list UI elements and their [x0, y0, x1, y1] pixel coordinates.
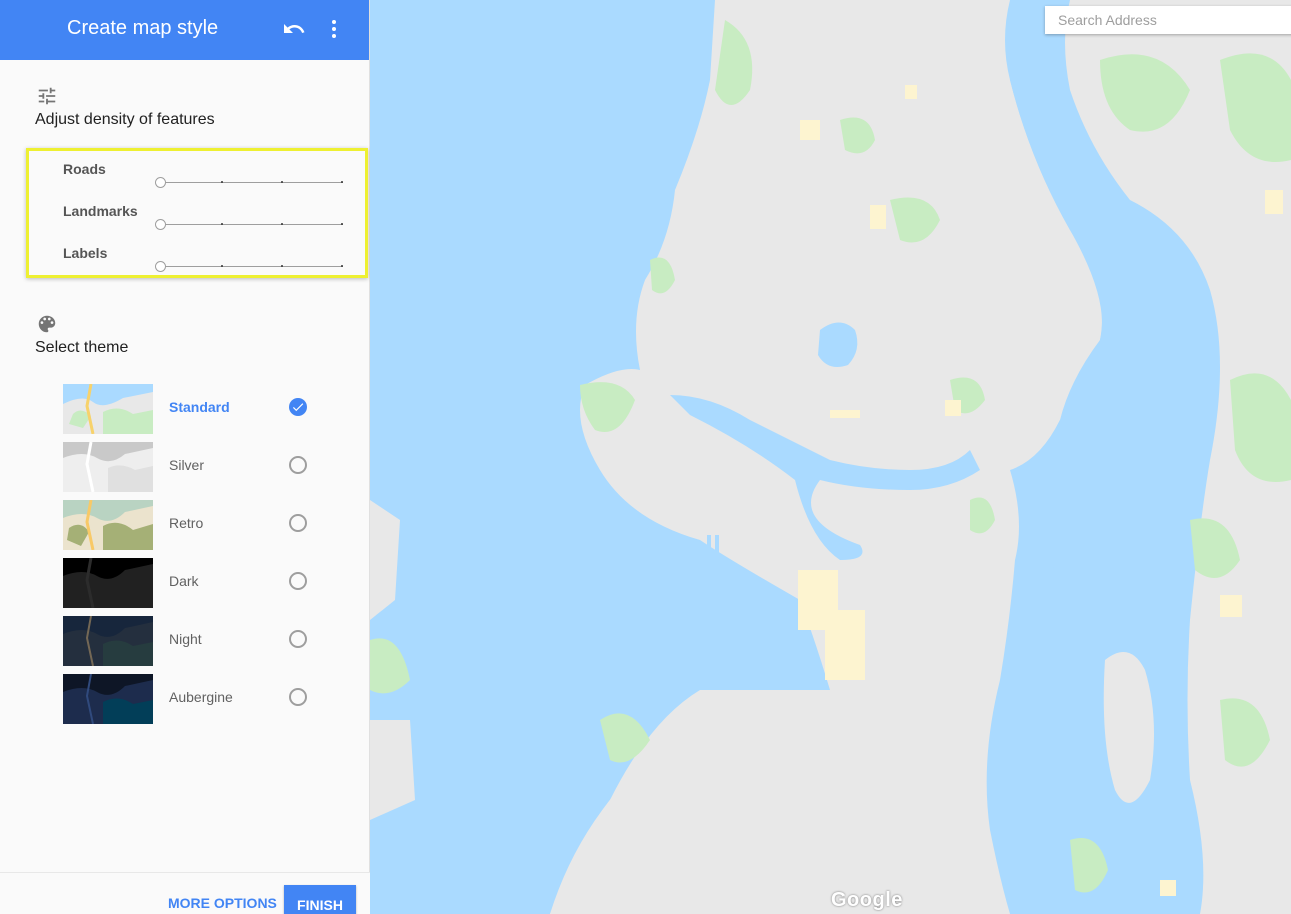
slider-tick [341, 181, 343, 183]
slider-tick [221, 265, 223, 267]
slider-tick [281, 181, 283, 183]
theme-label-retro: Retro [169, 515, 204, 531]
roads-slider-thumb[interactable] [155, 177, 166, 188]
check-icon [292, 403, 304, 412]
sidebar-footer: MORE OPTIONS FINISH [0, 872, 370, 914]
theme-option-aubergine[interactable]: Aubergine [63, 674, 323, 724]
search-address-input[interactable] [1045, 6, 1288, 34]
finish-button[interactable]: FINISH [284, 885, 356, 914]
theme-radio-dark[interactable] [289, 572, 307, 590]
theme-radio-night[interactable] [289, 630, 307, 648]
labels-slider-thumb[interactable] [155, 261, 166, 272]
palette-icon [38, 315, 56, 333]
theme-radio-retro[interactable] [289, 514, 307, 532]
theme-option-silver[interactable]: Silver [63, 442, 323, 492]
theme-radio-aubergine[interactable] [289, 688, 307, 706]
landmarks-slider-label: Landmarks [63, 203, 138, 219]
theme-heading: Select theme [35, 339, 129, 356]
more-options-link[interactable]: MORE OPTIONS [168, 895, 277, 911]
theme-option-standard[interactable]: Standard [63, 384, 323, 434]
more-options-menu-button[interactable] [321, 16, 347, 42]
labels-slider[interactable] [155, 261, 343, 272]
landmarks-slider[interactable] [155, 219, 343, 230]
labels-slider-row: Labels [29, 245, 365, 275]
silver-theme-thumbnail [63, 442, 153, 492]
theme-option-dark[interactable]: Dark [63, 558, 323, 608]
slider-tick [221, 181, 223, 183]
density-sliders-panel: Roads Landmarks Labels [26, 148, 368, 278]
style-sidebar: Create map style Adjust density of featu… [0, 0, 370, 914]
map-image [370, 0, 1291, 914]
tune-icon [38, 87, 56, 105]
theme-label-dark: Dark [169, 573, 199, 589]
slider-tick [281, 265, 283, 267]
slider-tick [341, 265, 343, 267]
theme-label-aubergine: Aubergine [169, 689, 233, 705]
theme-label-silver: Silver [169, 457, 205, 473]
theme-radio-standard[interactable] [289, 398, 307, 416]
slider-tick [341, 223, 343, 225]
theme-radio-silver[interactable] [289, 456, 307, 474]
retro-theme-thumbnail [63, 500, 153, 550]
labels-slider-label: Labels [63, 245, 108, 261]
undo-button[interactable] [281, 16, 307, 42]
slider-tick [221, 223, 223, 225]
more-vert-icon [332, 20, 336, 38]
slider-tick [281, 223, 283, 225]
standard-theme-thumbnail [63, 384, 153, 434]
roads-slider-row: Roads [29, 161, 365, 191]
app-bar: Create map style [0, 0, 369, 60]
google-logo: Google [831, 889, 903, 911]
landmarks-slider-thumb[interactable] [155, 219, 166, 230]
map-canvas[interactable]: Google [370, 0, 1291, 914]
roads-slider-label: Roads [63, 161, 106, 177]
theme-option-night[interactable]: Night [63, 616, 323, 666]
undo-icon [284, 24, 305, 33]
aubergine-theme-thumbnail [63, 674, 153, 724]
landmarks-slider-row: Landmarks [29, 203, 365, 233]
roads-slider[interactable] [155, 177, 343, 188]
theme-label-night: Night [169, 631, 202, 647]
density-heading: Adjust density of features [35, 111, 215, 128]
night-theme-thumbnail [63, 616, 153, 666]
page-title: Create map style [67, 17, 219, 39]
theme-option-retro[interactable]: Retro [63, 500, 323, 550]
theme-label-standard: Standard [169, 399, 230, 415]
dark-theme-thumbnail [63, 558, 153, 608]
search-address-box [1045, 6, 1291, 34]
